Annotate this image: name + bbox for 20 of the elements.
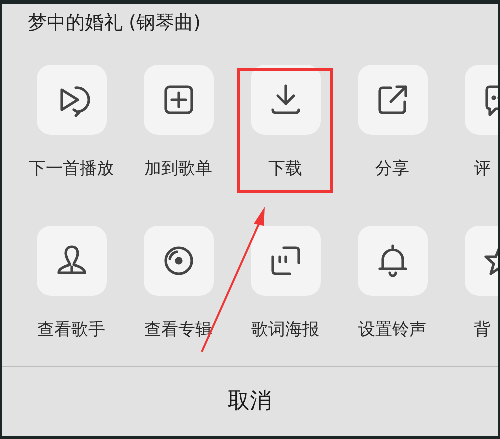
cancel-button[interactable]: 取消 xyxy=(212,381,288,422)
action-label: 分享 xyxy=(376,158,410,181)
action-label: 下载 xyxy=(268,158,302,181)
action-tile[interactable] xyxy=(250,65,320,135)
action-label: 背 xyxy=(474,319,491,342)
action-tile[interactable] xyxy=(36,65,106,135)
action-tile[interactable] xyxy=(358,65,428,135)
action-tile[interactable] xyxy=(144,65,214,135)
action-label: 评 xyxy=(474,158,491,181)
action-label: 查看歌手 xyxy=(38,319,106,342)
action-label: 下一首播放 xyxy=(29,158,114,181)
action-tile[interactable] xyxy=(358,226,428,296)
action-label: 查看专辑 xyxy=(144,319,212,342)
action-label: 歌词海报 xyxy=(252,319,320,342)
action-label: 加到歌单 xyxy=(144,158,212,181)
action-tile[interactable] xyxy=(144,226,214,296)
sheet-title: 梦中的婚礼 (钢琴曲) xyxy=(28,12,201,34)
action-tile[interactable] xyxy=(250,226,320,296)
action-label: 设置铃声 xyxy=(358,319,426,342)
action-tile[interactable] xyxy=(36,226,106,296)
